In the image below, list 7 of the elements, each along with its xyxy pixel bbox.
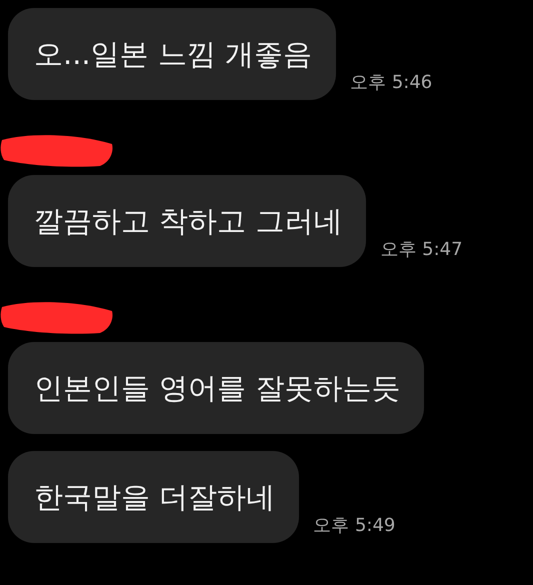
message-bubble: 인본인들 영어를 잘못하는듯 — [8, 342, 424, 434]
message-bubble: 깔끔하고 착하고 그러네 — [8, 175, 366, 267]
message-bubble: 오...일본 느낌 개좋음 — [8, 8, 336, 100]
message-time: 오후 5:47 — [380, 238, 463, 261]
message-time: 오후 5:46 — [350, 71, 432, 94]
message-time: 오후 5:49 — [313, 514, 396, 537]
message-bubble: 한국말을 더잘하네 — [8, 451, 300, 543]
